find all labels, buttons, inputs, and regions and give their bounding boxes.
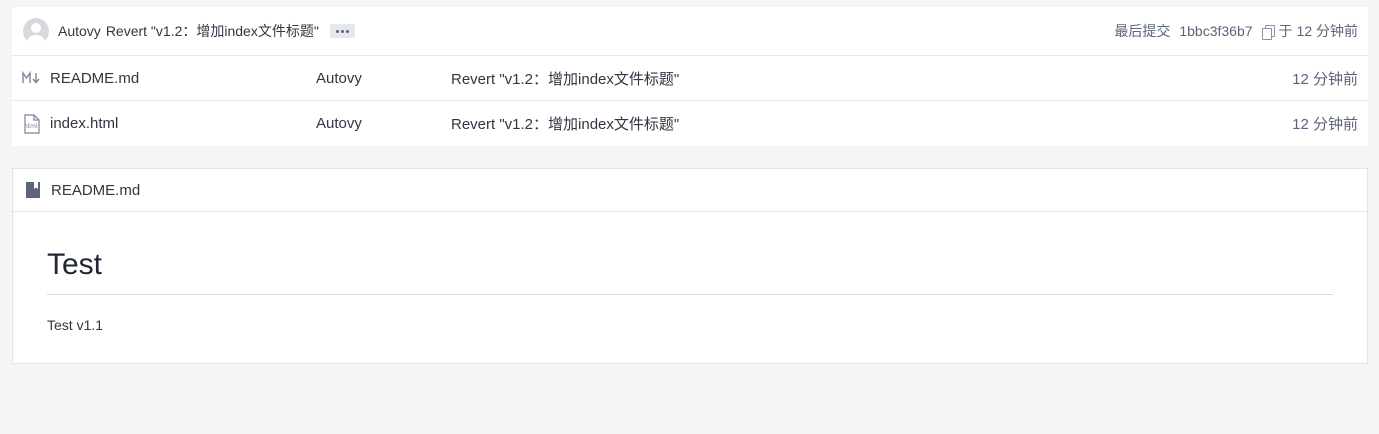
readme-content: Test Test v1.1 [13,212,1367,333]
time-prefix: 于 [1278,23,1293,39]
svg-text:html: html [24,123,38,130]
file-author: Autovy [316,69,362,87]
more-button[interactable] [329,24,355,38]
file-name[interactable]: index.html [50,115,316,132]
copy-icon[interactable] [1261,24,1275,40]
file-list: Autovy Revert "v1.2：增加index文件标题" 最后提交 1b… [12,7,1368,146]
file-time: 12 分钟前 [1292,116,1358,133]
file-name[interactable]: README.md [50,70,316,87]
commit-message[interactable]: Revert "v1.2：增加index文件标题" [106,21,319,41]
readme-panel: README.md Test Test v1.1 [12,168,1368,364]
readme-header: README.md [13,169,1367,212]
dot-icon [345,29,349,33]
commit-time: 12 分钟前 [1296,23,1358,39]
commit-author[interactable]: Autovy [58,23,101,39]
commit-sha[interactable]: 1bbc3f36b7 [1179,23,1252,39]
dot-icon [340,29,344,33]
file-commit-message[interactable]: Revert "v1.2：增加index文件标题" [451,68,679,89]
html-file-icon: html [22,113,42,134]
book-icon [25,181,41,199]
latest-commit-bar: Autovy Revert "v1.2：增加index文件标题" 最后提交 1b… [12,7,1368,56]
file-commit-message[interactable]: Revert "v1.2：增加index文件标题" [451,113,679,134]
markdown-icon [22,69,42,87]
readme-heading: Test [47,248,1333,295]
readme-paragraph: Test v1.1 [47,317,104,333]
readme-filename[interactable]: README.md [51,182,140,199]
file-author: Autovy [316,115,362,132]
avatar[interactable] [23,18,49,44]
file-row[interactable]: README.md Autovy Revert "v1.2：增加index文件标… [12,56,1368,101]
dot-icon [335,29,339,33]
commit-meta: 最后提交 1bbc3f36b7 于 12 分钟前 [1114,21,1358,41]
last-commit-label: 最后提交 [1114,23,1171,39]
file-time: 12 分钟前 [1292,70,1358,88]
file-row[interactable]: html index.html Autovy Revert "v1.2：增加in… [12,101,1368,146]
